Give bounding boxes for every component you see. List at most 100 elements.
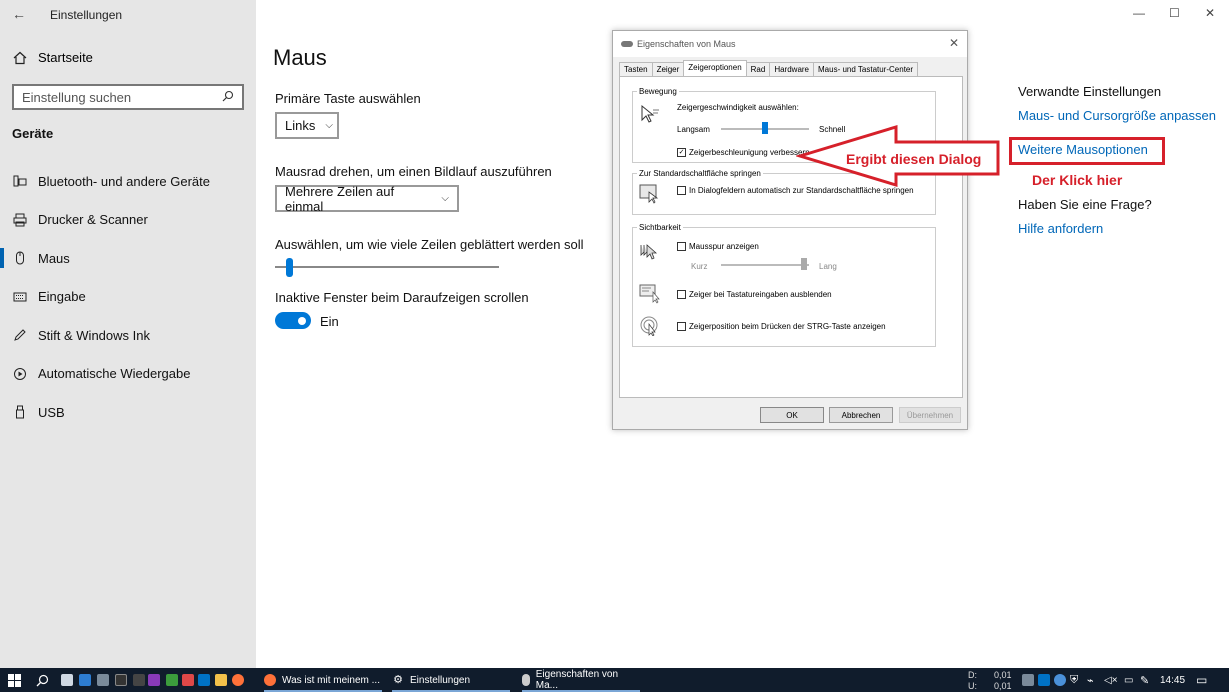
- mouse-icon: [621, 41, 633, 47]
- app-icon[interactable]: [79, 674, 91, 686]
- sidebar-item-label: Bluetooth- und andere Geräte: [38, 173, 211, 189]
- speed-slider-thumb[interactable]: [762, 122, 768, 134]
- mail-app-icon[interactable]: [61, 674, 73, 686]
- start-icon[interactable]: [8, 668, 21, 692]
- sidebar-item-mouse[interactable]: Maus: [0, 239, 256, 278]
- slow-label: Langsam: [677, 125, 710, 134]
- ok-button[interactable]: OK: [760, 407, 824, 423]
- settings-search[interactable]: [12, 84, 244, 110]
- file-explorer-icon[interactable]: [215, 674, 227, 686]
- network-icon[interactable]: ⌁: [1087, 668, 1094, 692]
- dialog-titlebar: Eigenschaften von Maus: [613, 31, 967, 57]
- app-icon[interactable]: [133, 674, 145, 686]
- scroll-lines-slider-thumb[interactable]: [286, 258, 294, 277]
- onedrive-icon[interactable]: [1054, 674, 1066, 686]
- app-icon[interactable]: [115, 674, 127, 686]
- tab-hardware[interactable]: Hardware: [769, 62, 815, 76]
- tab-pointer-options[interactable]: Zeigeroptionen: [683, 60, 747, 76]
- chevron-down-icon: ⌵: [441, 193, 449, 204]
- snap-to-icon: [639, 184, 659, 204]
- visibility-group-title: Sichtbarkeit: [637, 223, 683, 232]
- apply-button[interactable]: Übernehmen: [899, 407, 961, 423]
- pointer-speed-icon: [641, 104, 659, 123]
- printer-icon: [12, 213, 28, 227]
- question-heading: Haben Sie eine Frage?: [1018, 197, 1152, 212]
- scroll-lines-slider-track[interactable]: [275, 266, 499, 268]
- pen-icon[interactable]: ✎: [1140, 668, 1149, 692]
- sidebar-item-label: Automatische Wiedergabe: [38, 366, 191, 382]
- trails-slider-thumb[interactable]: [801, 258, 807, 270]
- close-icon[interactable]: ✕: [949, 36, 959, 50]
- autoplay-icon: [12, 367, 28, 381]
- sidebar-item-typing[interactable]: Eingabe: [0, 278, 256, 317]
- precision-checkbox[interactable]: ✓: [677, 148, 686, 157]
- sidebar-item-label: Maus: [38, 250, 70, 266]
- tab-wheel[interactable]: Rad: [745, 62, 771, 76]
- primary-button-label: Primäre Taste auswählen: [275, 91, 421, 106]
- search-icon[interactable]: [36, 668, 49, 692]
- firefox-icon[interactable]: [232, 674, 244, 686]
- task-mouse-properties[interactable]: Eigenschaften von Ma...: [522, 668, 640, 692]
- cancel-button[interactable]: Abbrechen: [829, 407, 893, 423]
- taskbar: Was ist mit meinem ... ⚙ Einstellungen E…: [0, 668, 1229, 692]
- annotation-dialog-text: Ergibt diesen Dialog: [846, 151, 982, 167]
- settings-sidebar: ← Einstellungen Startseite Geräte Blueto…: [0, 0, 256, 668]
- app-icon[interactable]: [182, 674, 194, 686]
- pointer-trails-icon: [640, 244, 658, 260]
- sidebar-item-pen[interactable]: Stift & Windows Ink: [0, 316, 256, 355]
- long-label: Lang: [819, 262, 837, 271]
- chevron-down-icon: ⌵: [325, 120, 333, 131]
- inactive-scroll-toggle[interactable]: [275, 312, 311, 329]
- home-icon: [12, 51, 28, 65]
- sidebar-item-label: USB: [38, 404, 65, 420]
- primary-button-select[interactable]: Links ⌵: [275, 112, 339, 139]
- speed-label: Zeigergeschwindigkeit auswählen:: [677, 103, 799, 112]
- pen-icon: [12, 328, 28, 342]
- trails-slider-track[interactable]: [721, 264, 809, 266]
- show-location-checkbox[interactable]: [677, 322, 686, 331]
- trails-checkbox[interactable]: [677, 242, 686, 251]
- back-arrow-icon[interactable]: ←: [12, 6, 26, 22]
- cursor-size-link[interactable]: Maus- und Cursorgröße anpassen: [1018, 108, 1216, 123]
- get-help-link[interactable]: Hilfe anfordern: [1018, 221, 1103, 236]
- outlook-tray-icon[interactable]: [1038, 674, 1050, 686]
- search-input[interactable]: [22, 89, 222, 105]
- sidebar-item-autoplay[interactable]: Automatische Wiedergabe: [0, 355, 256, 394]
- scroll-mode-select[interactable]: Mehrere Zeilen auf einmal ⌵: [275, 184, 459, 214]
- maximize-icon[interactable]: ☐: [1169, 6, 1180, 20]
- visibility-group: Sichtbarkeit Mausspur anzeigen Kurz Lang…: [632, 223, 936, 347]
- annotation-click-text: Der Klick hier: [1032, 172, 1123, 188]
- battery-icon[interactable]: ▭: [1124, 668, 1133, 692]
- app-icon[interactable]: [166, 674, 178, 686]
- hide-pointer-label: Zeiger bei Tastatureingaben ausblenden: [689, 290, 832, 299]
- gear-icon: ⚙: [393, 674, 403, 686]
- tray-app-icon[interactable]: [1022, 674, 1034, 686]
- sidebar-item-bluetooth[interactable]: Bluetooth- und andere Geräte: [0, 162, 256, 201]
- clock[interactable]: 14:45: [1160, 668, 1185, 692]
- disk-d-value: 0,01: [994, 670, 1012, 680]
- search-icon[interactable]: [222, 90, 234, 105]
- inactive-scroll-state: Ein: [320, 314, 339, 329]
- tab-pointers[interactable]: Zeiger: [651, 62, 685, 76]
- app-icon[interactable]: [97, 674, 109, 686]
- annotation-highlight-box: [1009, 137, 1165, 165]
- tab-buttons[interactable]: Tasten: [619, 62, 653, 76]
- minimize-icon[interactable]: —: [1133, 6, 1145, 20]
- hide-pointer-checkbox[interactable]: [677, 290, 686, 299]
- motion-group-title: Bewegung: [637, 87, 679, 96]
- task-firefox-label: Was ist mit meinem ...: [282, 674, 380, 686]
- tab-mouse-keyboard-center[interactable]: Maus- und Tastatur-Center: [813, 62, 919, 76]
- snap-checkbox[interactable]: [677, 186, 686, 195]
- sidebar-item-printers[interactable]: Drucker & Scanner: [0, 201, 256, 240]
- task-firefox[interactable]: Was ist mit meinem ...: [264, 668, 382, 692]
- show-location-label: Zeigerposition beim Drücken der STRG-Tas…: [689, 322, 886, 331]
- task-settings[interactable]: ⚙ Einstellungen: [392, 668, 510, 692]
- sidebar-item-usb[interactable]: USB: [0, 393, 256, 432]
- notifications-icon[interactable]: ▭: [1196, 668, 1207, 692]
- volume-icon[interactable]: ◁×: [1104, 668, 1118, 692]
- close-icon[interactable]: ✕: [1205, 6, 1215, 20]
- visual-studio-icon[interactable]: [148, 674, 160, 686]
- sidebar-item-home[interactable]: Startseite: [12, 50, 93, 65]
- outlook-icon[interactable]: [198, 674, 210, 686]
- shield-icon[interactable]: ⛨: [1070, 668, 1078, 692]
